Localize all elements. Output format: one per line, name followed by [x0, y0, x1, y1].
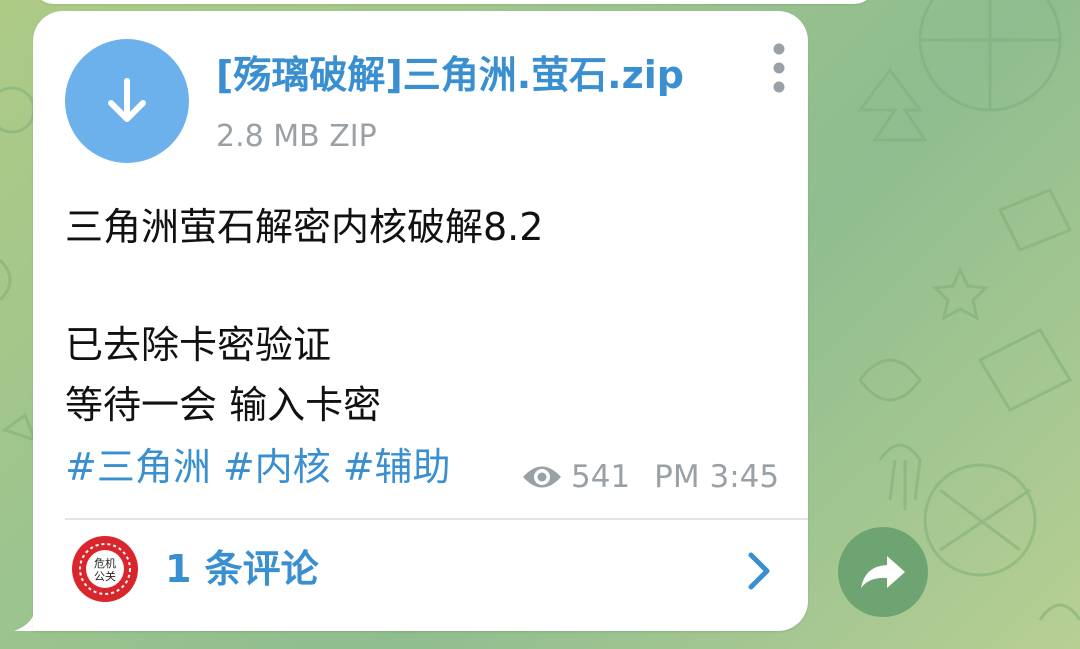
- avatar: 危机 公关: [72, 536, 138, 602]
- avatar-text: 危机: [94, 556, 116, 570]
- message-text-line: 等待一会 输入卡密: [65, 383, 382, 427]
- message-text-line: 已去除卡密验证: [65, 323, 332, 367]
- hashtag-link[interactable]: #三角洲: [65, 445, 211, 489]
- hashtag-link[interactable]: #辅助: [343, 445, 451, 489]
- view-count: 541: [571, 459, 631, 495]
- eye-icon: [523, 466, 561, 488]
- download-arrow-icon: [108, 78, 146, 122]
- file-size: 2.8 MB ZIP: [216, 119, 377, 154]
- message-text-line: 三角洲萤石解密内核破解8.2: [65, 205, 544, 249]
- file-name[interactable]: [殇璃破解]三角洲.萤石.zip: [216, 49, 684, 101]
- previous-message-bubble: [32, 0, 876, 4]
- avatar-text: 公关: [94, 569, 116, 583]
- chevron-right-icon: [748, 552, 770, 590]
- message-bubble: [殇璃破解]三角洲.萤石.zip 2.8 MB ZIP 三角洲萤石解密内核破解8…: [33, 11, 808, 631]
- hashtag-list: #三角洲 #内核 #辅助: [65, 439, 463, 495]
- hashtag-link[interactable]: #内核: [223, 445, 331, 489]
- more-vertical-icon[interactable]: [763, 41, 795, 95]
- comments-button[interactable]: 危机 公关 1 条评论: [65, 523, 775, 619]
- message-time: PM 3:45: [654, 459, 780, 495]
- message-meta: 541 PM 3:45: [521, 455, 779, 499]
- download-button[interactable]: [65, 39, 189, 163]
- divider: [65, 518, 808, 520]
- share-button[interactable]: [838, 527, 928, 617]
- comments-count-label: 1 条评论: [165, 547, 319, 591]
- share-arrow-icon: [861, 556, 905, 588]
